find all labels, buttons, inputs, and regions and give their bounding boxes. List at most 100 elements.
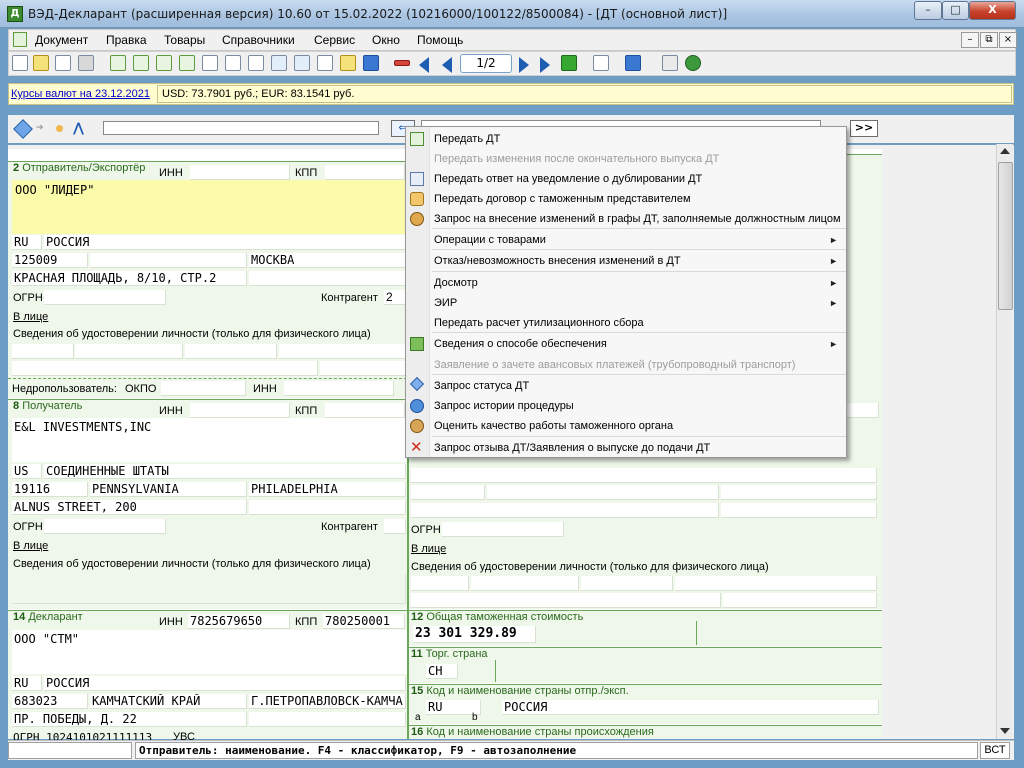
- receiver-person-link[interactable]: В лице: [13, 540, 48, 552]
- mdi-minimize-button[interactable]: –: [961, 32, 979, 48]
- title-bar[interactable]: Д ВЭД-Декларант (расширенная версия) 10.…: [0, 0, 1024, 28]
- right-id-field-4[interactable]: [675, 576, 877, 591]
- mail-icon[interactable]: [662, 55, 678, 71]
- export-icon[interactable]: [625, 55, 641, 71]
- sender-id-field-3[interactable]: [185, 344, 277, 359]
- trade-country-field[interactable]: CH: [426, 664, 458, 679]
- right-region-field[interactable]: [487, 485, 719, 500]
- receiver-ogrn-field[interactable]: [44, 519, 166, 534]
- menu-item[interactable]: Передать расчет утилизационного сбора: [433, 313, 845, 333]
- declarant-building[interactable]: [249, 712, 406, 727]
- right-id-field-3[interactable]: [581, 576, 673, 591]
- sender-id-field-1[interactable]: [12, 344, 74, 359]
- first-page-icon[interactable]: [419, 57, 429, 73]
- sender-id-field-2[interactable]: [75, 344, 183, 359]
- receiver-country-name[interactable]: СОЕДИНЕННЫЕ ШТАТЫ: [44, 464, 406, 479]
- declarant-region[interactable]: КАМЧАТСКИЙ КРАЙ: [90, 694, 247, 709]
- minimize-button[interactable]: –: [914, 1, 942, 20]
- sender-counterparty-field[interactable]: 2: [384, 290, 406, 305]
- form-doc-icon-5[interactable]: [202, 55, 218, 71]
- right-id-field-5[interactable]: [411, 593, 721, 608]
- menu-item[interactable]: Передать ответ на уведомление о дублиров…: [433, 169, 845, 189]
- form-doc-icon-8[interactable]: [271, 55, 287, 71]
- status-indicator-icon[interactable]: [685, 55, 701, 71]
- page-counter[interactable]: 1/2: [460, 54, 512, 73]
- menu-item[interactable]: Запрос отзыва ДТ/Заявления о выпуске до …: [433, 438, 845, 458]
- add-sheet-icon[interactable]: [561, 55, 577, 71]
- right-building-field[interactable]: [721, 503, 877, 518]
- close-button[interactable]: X: [969, 1, 1016, 20]
- check-document-icon[interactable]: [593, 55, 609, 71]
- receiver-street[interactable]: ALNUS STREET, 200: [12, 500, 247, 515]
- receiver-region[interactable]: PENNSYLVANIA: [90, 482, 247, 497]
- declarant-name-field[interactable]: ООО "СТМ": [12, 630, 407, 674]
- receiver-city[interactable]: PHILADELPHIA: [249, 482, 406, 497]
- sender-person-link[interactable]: В лице: [13, 311, 48, 323]
- menu-item[interactable]: Запрос статуса ДТ: [433, 376, 845, 396]
- arrow-right-icon[interactable]: ➔: [36, 123, 50, 135]
- right-city-field[interactable]: [721, 485, 877, 500]
- status-diamond-icon[interactable]: [13, 119, 33, 139]
- form-doc-icon-4[interactable]: [179, 55, 195, 71]
- sender-building[interactable]: [249, 271, 406, 286]
- receiver-kpp-field[interactable]: [325, 403, 405, 418]
- declarant-postal[interactable]: 683023: [12, 694, 88, 709]
- receiver-name-field[interactable]: E&L INVESTMENTS,INC: [12, 418, 407, 462]
- receiver-building[interactable]: [249, 500, 406, 515]
- form-doc-icon-7[interactable]: [248, 55, 264, 71]
- delete-sheet-icon[interactable]: [394, 60, 410, 66]
- vertical-scrollbar[interactable]: [996, 144, 1013, 739]
- sender-ogrn-field[interactable]: [44, 290, 166, 305]
- right-person-link[interactable]: В лице: [411, 543, 446, 555]
- sender-id-field-6[interactable]: [320, 361, 406, 376]
- menu-references[interactable]: Справочники: [222, 33, 295, 47]
- menu-item[interactable]: ЭИР ►: [433, 293, 845, 313]
- menu-item[interactable]: Запрос на внесение изменений в графы ДТ,…: [433, 209, 845, 229]
- menu-window[interactable]: Окно: [372, 33, 400, 47]
- document-menu-icon[interactable]: [13, 32, 27, 47]
- menu-item[interactable]: Отказ/невозможность внесения изменений в…: [433, 251, 845, 271]
- dispatch-country-name[interactable]: РОССИЯ: [502, 700, 879, 715]
- declarant-country-name[interactable]: РОССИЯ: [44, 676, 406, 691]
- menu-edit[interactable]: Правка: [106, 33, 147, 47]
- receiver-counterparty-field[interactable]: [384, 519, 406, 534]
- declarant-kpp-field[interactable]: 780250001: [323, 614, 405, 629]
- menu-item[interactable]: Передать договор с таможенным представит…: [433, 189, 845, 209]
- form-doc-icon-6[interactable]: [225, 55, 241, 71]
- form-doc-icon-1[interactable]: [110, 55, 126, 71]
- sender-street[interactable]: КРАСНАЯ ПЛОЩАДЬ, 8/10, СТР.2: [12, 271, 247, 286]
- menu-item[interactable]: Оценить качество работы таможенного орга…: [433, 416, 845, 436]
- form-doc-icon-3[interactable]: [156, 55, 172, 71]
- right-street-field[interactable]: [411, 503, 719, 518]
- menu-document[interactable]: Документ: [35, 33, 88, 47]
- customs-value-field[interactable]: 23 301 329.89: [413, 626, 536, 643]
- declarant-street[interactable]: ПР. ПОБЕДЫ, Д. 22: [12, 712, 247, 727]
- save-icon[interactable]: [55, 55, 71, 71]
- form-doc-icon-2[interactable]: [133, 55, 149, 71]
- sender-id-field-5[interactable]: [12, 361, 318, 376]
- right-id-field-1[interactable]: [411, 576, 469, 591]
- mdi-close-button[interactable]: ×: [999, 32, 1017, 48]
- right-id-field-2[interactable]: [471, 576, 579, 591]
- nav-forward-button[interactable]: >>: [850, 120, 878, 137]
- right-field-2[interactable]: [411, 468, 877, 483]
- open-folder-icon[interactable]: [33, 55, 49, 71]
- sender-region[interactable]: [90, 253, 247, 268]
- sender-name-field[interactable]: ООО "ЛИДЕР": [12, 180, 407, 234]
- menu-item[interactable]: Сведения о способе обеспечения ►: [433, 334, 845, 354]
- menu-goods[interactable]: Товары: [164, 33, 205, 47]
- menu-service[interactable]: Сервис: [314, 33, 355, 47]
- new-document-icon[interactable]: [12, 55, 28, 71]
- scroll-up-icon[interactable]: [1000, 148, 1010, 154]
- receiver-country-code[interactable]: US: [12, 464, 42, 479]
- currency-rates-link[interactable]: Курсы валют на 23.12.2021: [11, 88, 150, 100]
- sender-country-name[interactable]: РОССИЯ: [44, 235, 406, 250]
- receiver-inn-field[interactable]: [190, 403, 290, 418]
- menu-item[interactable]: Операции с товарами ►: [433, 230, 845, 250]
- okpo-field[interactable]: [161, 381, 246, 396]
- mdi-restore-button[interactable]: ⧉: [980, 32, 998, 48]
- menu-item[interactable]: Досмотр ►: [433, 273, 845, 293]
- form-doc-icon-10[interactable]: [317, 55, 333, 71]
- sender-kpp-field[interactable]: [325, 165, 405, 180]
- form-doc-icon-9[interactable]: [294, 55, 310, 71]
